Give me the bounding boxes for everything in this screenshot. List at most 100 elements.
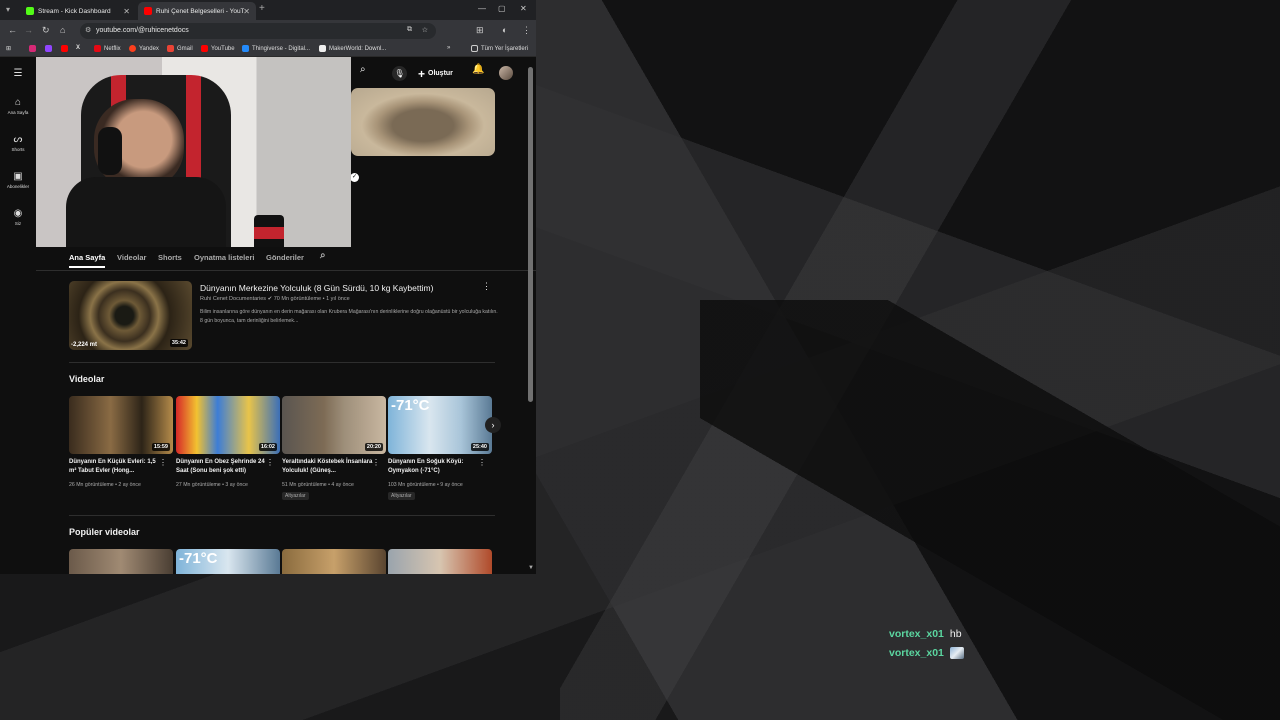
tab-playlists[interactable]: Oynatma listeleri	[194, 253, 254, 262]
account-icon: ◉	[13, 208, 23, 219]
video-card[interactable]: -71°C 25:40 Dünyanın En Soğuk Köyü: Oymy…	[388, 396, 492, 506]
scroll-down-icon[interactable]: ▼	[528, 565, 534, 571]
featured-thumbnail[interactable]: -2,224 mt 35:42	[69, 281, 192, 350]
search-icon[interactable]: ⌕	[360, 64, 366, 75]
streamer-body	[66, 177, 226, 247]
avatar[interactable]	[499, 66, 513, 80]
video-thumbnail[interactable]: 20:20	[282, 396, 386, 454]
more-options-icon[interactable]: ⋮	[482, 281, 491, 292]
video-thumbnail[interactable]: 16:02	[176, 396, 280, 454]
video-thumbnail[interactable]	[388, 549, 492, 574]
shorts-icon: ᔕ	[13, 134, 23, 145]
video-card[interactable]: 15:59 Dünyanın En Küçük Evleri: 1,5 m² T…	[69, 396, 173, 506]
more-options-icon[interactable]: ⋮	[159, 458, 167, 467]
bookmark-label: Thingiverse - Digital...	[252, 45, 311, 52]
apps-icon[interactable]: ⊞	[6, 45, 11, 52]
microphone-icon[interactable]: 🎙	[392, 66, 407, 81]
bookmarks-bar: ⊞ X Netflix Yandex Gmail YouTube Thingiv…	[0, 42, 536, 57]
bookmark-label: YouTube	[211, 45, 235, 52]
guide-item-subscriptions[interactable]: ▣ Abonelikler	[0, 171, 36, 189]
video-thumbnail[interactable]: 15:59	[69, 396, 173, 454]
video-thumbnail[interactable]	[282, 549, 386, 574]
bookmark-netflix[interactable]: Netflix	[94, 45, 121, 52]
back-icon[interactable]: ←	[8, 25, 17, 35]
profile-icon[interactable]: ◐	[502, 25, 507, 35]
bookmark-twitch-icon[interactable]	[45, 45, 55, 52]
bookmark-youtube-icon[interactable]	[61, 45, 71, 52]
more-options-icon[interactable]: ⋮	[266, 458, 274, 467]
video-title[interactable]: Dünyanın En Soğuk Köyü: Oymyakon (-71°C)	[388, 458, 480, 476]
popular-videos-heading[interactable]: Popüler videolar	[69, 527, 140, 537]
bookmark-x-icon[interactable]: X	[76, 45, 80, 51]
chat-message: vortex_x01	[889, 643, 964, 662]
channel-search-icon[interactable]: ⌕	[320, 250, 326, 261]
duration: 20:20	[364, 443, 383, 451]
video-title[interactable]: Dünyanın En Küçük Evleri: 1,5 m² Tabut E…	[69, 458, 161, 476]
subscriptions-icon: ▣	[13, 171, 23, 182]
chat-username[interactable]: vortex_x01	[889, 647, 944, 659]
maximize-icon[interactable]: ▢	[498, 4, 506, 13]
duration: 25:40	[470, 443, 489, 451]
bookmark-yandex[interactable]: Yandex	[129, 45, 159, 52]
more-options-icon[interactable]: ⋮	[478, 458, 486, 467]
tab-youtube[interactable]: Ruhi Çenet Belgeselleri - YouTu ✕	[138, 2, 256, 20]
window-close-icon[interactable]: ✕	[520, 4, 527, 13]
video-card[interactable]: 16:02 Dünyanın En Obez Şehrinde 24 Saat …	[176, 396, 280, 506]
notifications-icon[interactable]: 🔔	[472, 64, 484, 75]
home-icon: ⌂	[14, 97, 22, 108]
tab-kick-dashboard[interactable]: Stream - Kick Dashboard ✕	[20, 2, 136, 20]
extensions-icon[interactable]: ⊞	[476, 25, 484, 36]
more-bookmarks-icon[interactable]: »	[447, 45, 450, 51]
minimize-icon[interactable]: —	[478, 4, 486, 13]
all-bookmarks-folder[interactable]: Tüm Yer İşaretleri	[471, 45, 528, 52]
headphones	[98, 127, 122, 175]
video-thumbnail[interactable]	[69, 549, 173, 574]
video-thumbnail[interactable]: -71°C 25:40	[388, 396, 492, 454]
tab-shorts[interactable]: Shorts	[158, 253, 182, 262]
install-icon[interactable]: ⧉	[407, 26, 412, 34]
tab-videos[interactable]: Videolar	[117, 253, 146, 262]
guide-item-home[interactable]: ⌂ Ana Sayfa	[0, 97, 36, 115]
bookmark-star-icon[interactable]: ☆	[422, 26, 428, 34]
guide-menu-icon[interactable]: ☰	[0, 68, 36, 81]
channel-name[interactable]: Ruhi Cenet Documentaries	[200, 296, 266, 302]
site-info-icon[interactable]: ⚙	[85, 26, 91, 34]
guide-item-you[interactable]: ◉ Siz	[0, 208, 36, 226]
forward-icon[interactable]: →	[24, 25, 33, 35]
tab-search-icon[interactable]: ▾	[6, 5, 10, 14]
chat-username[interactable]: vortex_x01	[889, 628, 944, 640]
new-tab-icon[interactable]: +	[259, 3, 265, 14]
scrollbar[interactable]	[528, 67, 533, 402]
chat-overlay: vortex_x01 hb vortex_x01	[889, 624, 964, 662]
featured-title[interactable]: Dünyanın Merkezine Yolculuk (8 Gün Sürdü…	[200, 283, 433, 293]
url-field[interactable]: ⚙ youtube.com/@ruhicenetdocs ⧉ ☆	[80, 23, 436, 39]
video-title[interactable]: Dünyanın En Obez Şehrinde 24 Saat (Sonu …	[176, 458, 268, 476]
channel-banner	[351, 88, 495, 156]
view-count: 70 Mn görüntüleme	[273, 296, 322, 302]
close-icon[interactable]: ✕	[243, 7, 250, 16]
guide-label: Ana Sayfa	[7, 110, 29, 115]
bookmark-thingiverse[interactable]: Thingiverse - Digital...	[242, 45, 310, 52]
guide-item-shorts[interactable]: ᔕ Shorts	[0, 134, 36, 152]
bookmark-instagram-icon[interactable]	[29, 45, 39, 52]
video-meta: 27 Mn görüntüleme • 3 ay önce	[176, 482, 248, 488]
videos-heading[interactable]: Videolar	[69, 374, 104, 384]
bookmark-makerworld[interactable]: MakerWorld: Downl...	[319, 45, 386, 52]
menu-icon[interactable]: ⋮	[522, 25, 531, 36]
video-title[interactable]: Yeraltındaki Köstebek İnsanlara Yolculuk…	[282, 458, 374, 476]
close-icon[interactable]: ✕	[123, 7, 130, 16]
video-card[interactable]: 20:20 Yeraltındaki Köstebek İnsanlara Yo…	[282, 396, 386, 506]
video-thumbnail[interactable]: -71°C	[176, 549, 280, 574]
bookmark-gmail[interactable]: Gmail	[167, 45, 193, 52]
guide-label: Shorts	[11, 147, 25, 152]
home-icon[interactable]: ⌂	[60, 25, 65, 35]
create-label: Oluştur	[428, 70, 453, 77]
tab-home[interactable]: Ana Sayfa	[69, 253, 106, 268]
carousel-next-button[interactable]: ›	[485, 417, 501, 433]
tab-posts[interactable]: Gönderiler	[266, 253, 304, 262]
reload-icon[interactable]: ↻	[42, 25, 50, 36]
create-button[interactable]: + Oluştur	[418, 66, 453, 81]
featured-video[interactable]: -2,224 mt 35:42 Dünyanın Merkezine Yolcu…	[69, 281, 499, 351]
more-options-icon[interactable]: ⋮	[372, 458, 380, 467]
bookmark-youtube[interactable]: YouTube	[201, 45, 235, 52]
